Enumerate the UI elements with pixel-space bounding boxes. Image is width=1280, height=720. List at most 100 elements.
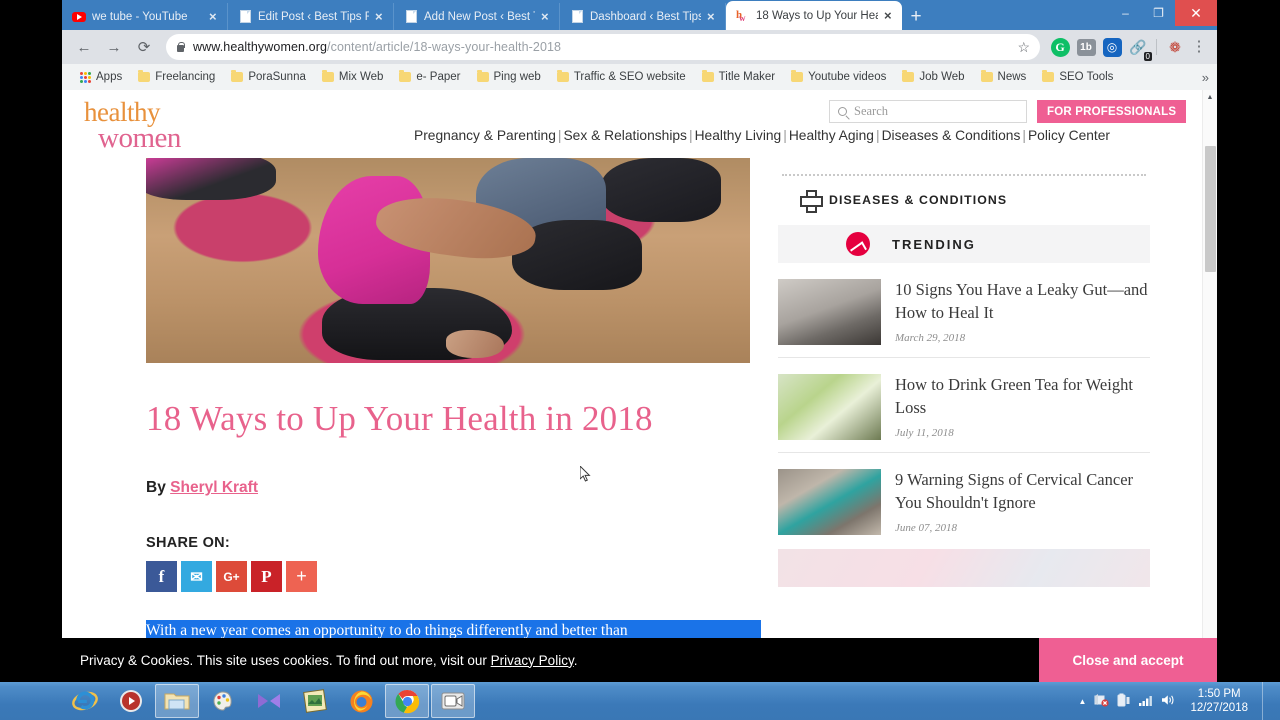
- trending-up-icon: [846, 232, 870, 256]
- bookmark-ping-web[interactable]: Ping web: [469, 66, 549, 88]
- toolbar-divider: [1156, 39, 1157, 55]
- reload-icon[interactable]: ⟳: [130, 33, 158, 61]
- chrome-menu-icon[interactable]: ⋮: [1189, 39, 1209, 54]
- nav-item-healthy-living[interactable]: Healthy Living: [695, 128, 782, 143]
- site-logo[interactable]: healthy women: [84, 99, 181, 153]
- grammarly-extension-icon[interactable]: G: [1048, 35, 1072, 59]
- nav-item-sex-relationships[interactable]: Sex & Relationships: [563, 128, 686, 143]
- author-link[interactable]: Sheryl Kraft: [170, 479, 258, 496]
- page-scrollbar[interactable]: ▲ ▼: [1202, 90, 1217, 682]
- paint-taskbar-icon[interactable]: [201, 684, 245, 718]
- start-button[interactable]: [0, 682, 62, 720]
- tab-close-icon[interactable]: ×: [375, 10, 387, 23]
- bookmark-label: Apps: [96, 71, 123, 83]
- trending-item-title[interactable]: 9 Warning Signs of Cervical Cancer You S…: [895, 469, 1150, 514]
- pinterest-share-button[interactable]: P: [251, 561, 282, 592]
- tab-close-icon[interactable]: ×: [209, 10, 221, 23]
- photo-editor-taskbar-icon[interactable]: [293, 684, 337, 718]
- folder-icon: [701, 70, 714, 82]
- folder-icon: [980, 70, 993, 82]
- bookmark-job-web[interactable]: Job Web: [894, 66, 972, 88]
- show-hidden-icons-arrow[interactable]: ▲: [1079, 697, 1087, 706]
- screen-recorder-taskbar-icon[interactable]: [431, 684, 475, 718]
- firefox-taskbar-icon[interactable]: [339, 684, 383, 718]
- for-professionals-button[interactable]: FOR PROFESSIONALS: [1037, 100, 1187, 123]
- sidebar-category-diseases-conditions[interactable]: DISEASES & CONDITIONS: [800, 190, 1150, 213]
- browser-tab-4-active[interactable]: hw 18 Ways to Up Your Health in ×: [726, 1, 902, 30]
- bookmark-news[interactable]: News: [973, 66, 1035, 88]
- maximize-button[interactable]: ❐: [1142, 0, 1175, 26]
- minimize-button[interactable]: –: [1109, 0, 1142, 26]
- tab-close-icon[interactable]: ×: [884, 9, 896, 22]
- forward-icon[interactable]: →: [100, 33, 128, 61]
- movie-maker-taskbar-icon[interactable]: [247, 684, 291, 718]
- trending-item-title[interactable]: How to Drink Green Tea for Weight Loss: [895, 374, 1150, 419]
- search-input[interactable]: Search: [829, 100, 1027, 123]
- media-player-taskbar-icon[interactable]: [109, 684, 153, 718]
- list-item[interactable]: 10 Signs You Have a Leaky Gut—and How to…: [778, 263, 1150, 357]
- cookie-consent-banner: Privacy & Cookies. This site uses cookie…: [62, 638, 1217, 682]
- show-desktop-button[interactable]: [1262, 682, 1272, 720]
- more-share-button[interactable]: +: [286, 561, 317, 592]
- address-bar[interactable]: www.healthywomen.org/content/article/18-…: [166, 34, 1040, 60]
- nav-separator: |: [1022, 128, 1026, 143]
- bookmark-e-paper[interactable]: e- Paper: [391, 66, 468, 88]
- teal-ribbon-thumb: [778, 469, 881, 535]
- tab-title: we tube - YouTube: [92, 10, 188, 23]
- browser-tab-1[interactable]: Edit Post ‹ Best Tips For You ×: [228, 3, 394, 30]
- browser-tab-3[interactable]: Dashboard ‹ Best Tips For Yo ×: [560, 3, 726, 30]
- close-window-button[interactable]: ✕: [1175, 0, 1217, 26]
- nav-item-healthy-aging[interactable]: Healthy Aging: [789, 128, 874, 143]
- volume-tray-icon[interactable]: [1161, 693, 1176, 710]
- url-host: www.healthywomen.org: [193, 40, 328, 54]
- bookmark-apps[interactable]: Apps: [72, 66, 130, 88]
- url-text: www.healthywomen.org/content/article/18-…: [193, 40, 561, 54]
- internet-explorer-taskbar-icon[interactable]: [63, 684, 107, 718]
- twitter-share-button[interactable]: ✉: [181, 561, 212, 592]
- youtube-icon: [72, 10, 86, 24]
- bookmark-traffic-seo-website[interactable]: Traffic & SEO website: [549, 66, 694, 88]
- browser-tab-2[interactable]: Add New Post ‹ Best Tips Fo ×: [394, 3, 560, 30]
- taskbar-clock[interactable]: 1:50 PM 12/27/2018: [1184, 687, 1254, 715]
- file-explorer-taskbar-icon[interactable]: [155, 684, 199, 718]
- back-icon[interactable]: ←: [70, 33, 98, 61]
- tab-title: Dashboard ‹ Best Tips For Yo: [590, 10, 701, 23]
- trending-item-title[interactable]: 10 Signs You Have a Leaky Gut—and How to…: [895, 279, 1150, 324]
- bookmark-porasunna[interactable]: PoraSunna: [223, 66, 314, 88]
- scrollbar-thumb[interactable]: [1205, 146, 1216, 272]
- avast-extension-icon[interactable]: ❁: [1163, 35, 1187, 59]
- link-checker-extension-icon[interactable]: 🔗 0: [1126, 35, 1152, 61]
- chrome-taskbar-icon[interactable]: [385, 684, 429, 718]
- facebook-share-button[interactable]: f: [146, 561, 177, 592]
- onetab-extension-icon[interactable]: 1b: [1074, 35, 1098, 59]
- bookmark-label: e- Paper: [416, 71, 461, 83]
- bookmark-freelancing[interactable]: Freelancing: [130, 66, 223, 88]
- compass-extension-icon[interactable]: ◎: [1100, 35, 1124, 59]
- bookmark-star-icon[interactable]: ☆: [1017, 39, 1030, 56]
- privacy-policy-link[interactable]: Privacy Policy: [491, 653, 574, 668]
- tab-close-icon[interactable]: ×: [541, 10, 553, 23]
- nav-item-policy-center[interactable]: Policy Center: [1028, 128, 1110, 143]
- tab-close-icon[interactable]: ×: [707, 10, 719, 23]
- list-item[interactable]: How to Drink Green Tea for Weight Loss J…: [778, 357, 1150, 452]
- green-tea-thumb: [778, 374, 881, 440]
- bookmark-title-maker[interactable]: Title Maker: [694, 66, 783, 88]
- network-tray-icon[interactable]: [1138, 693, 1153, 710]
- battery-tray-icon[interactable]: [1117, 693, 1130, 710]
- nav-item-diseases-conditions[interactable]: Diseases & Conditions: [882, 128, 1021, 143]
- bookmark-seo-tools[interactable]: SEO Tools: [1034, 66, 1121, 88]
- browser-tab-0[interactable]: we tube - YouTube ×: [62, 3, 228, 30]
- bookmark-mix-web[interactable]: Mix Web: [314, 66, 392, 88]
- screen: we tube - YouTube × Edit Post ‹ Best Tip…: [0, 0, 1280, 720]
- article-byline: By Sheryl Kraft: [146, 479, 750, 497]
- nav-item-pregnancy-parenting[interactable]: Pregnancy & Parenting: [414, 128, 556, 143]
- bookmarks-overflow-icon[interactable]: »: [1202, 70, 1209, 85]
- googleplus-share-button[interactable]: G+: [216, 561, 247, 592]
- security-alert-tray-icon[interactable]: [1094, 693, 1110, 710]
- scrollbar-up-arrow[interactable]: ▲: [1203, 90, 1217, 105]
- list-item[interactable]: 9 Warning Signs of Cervical Cancer You S…: [778, 452, 1150, 547]
- bookmark-label: Mix Web: [338, 71, 384, 83]
- bookmark-youtube-videos[interactable]: Youtube videos: [783, 66, 894, 88]
- new-tab-button[interactable]: +: [902, 3, 930, 30]
- close-and-accept-button[interactable]: Close and accept: [1039, 638, 1217, 682]
